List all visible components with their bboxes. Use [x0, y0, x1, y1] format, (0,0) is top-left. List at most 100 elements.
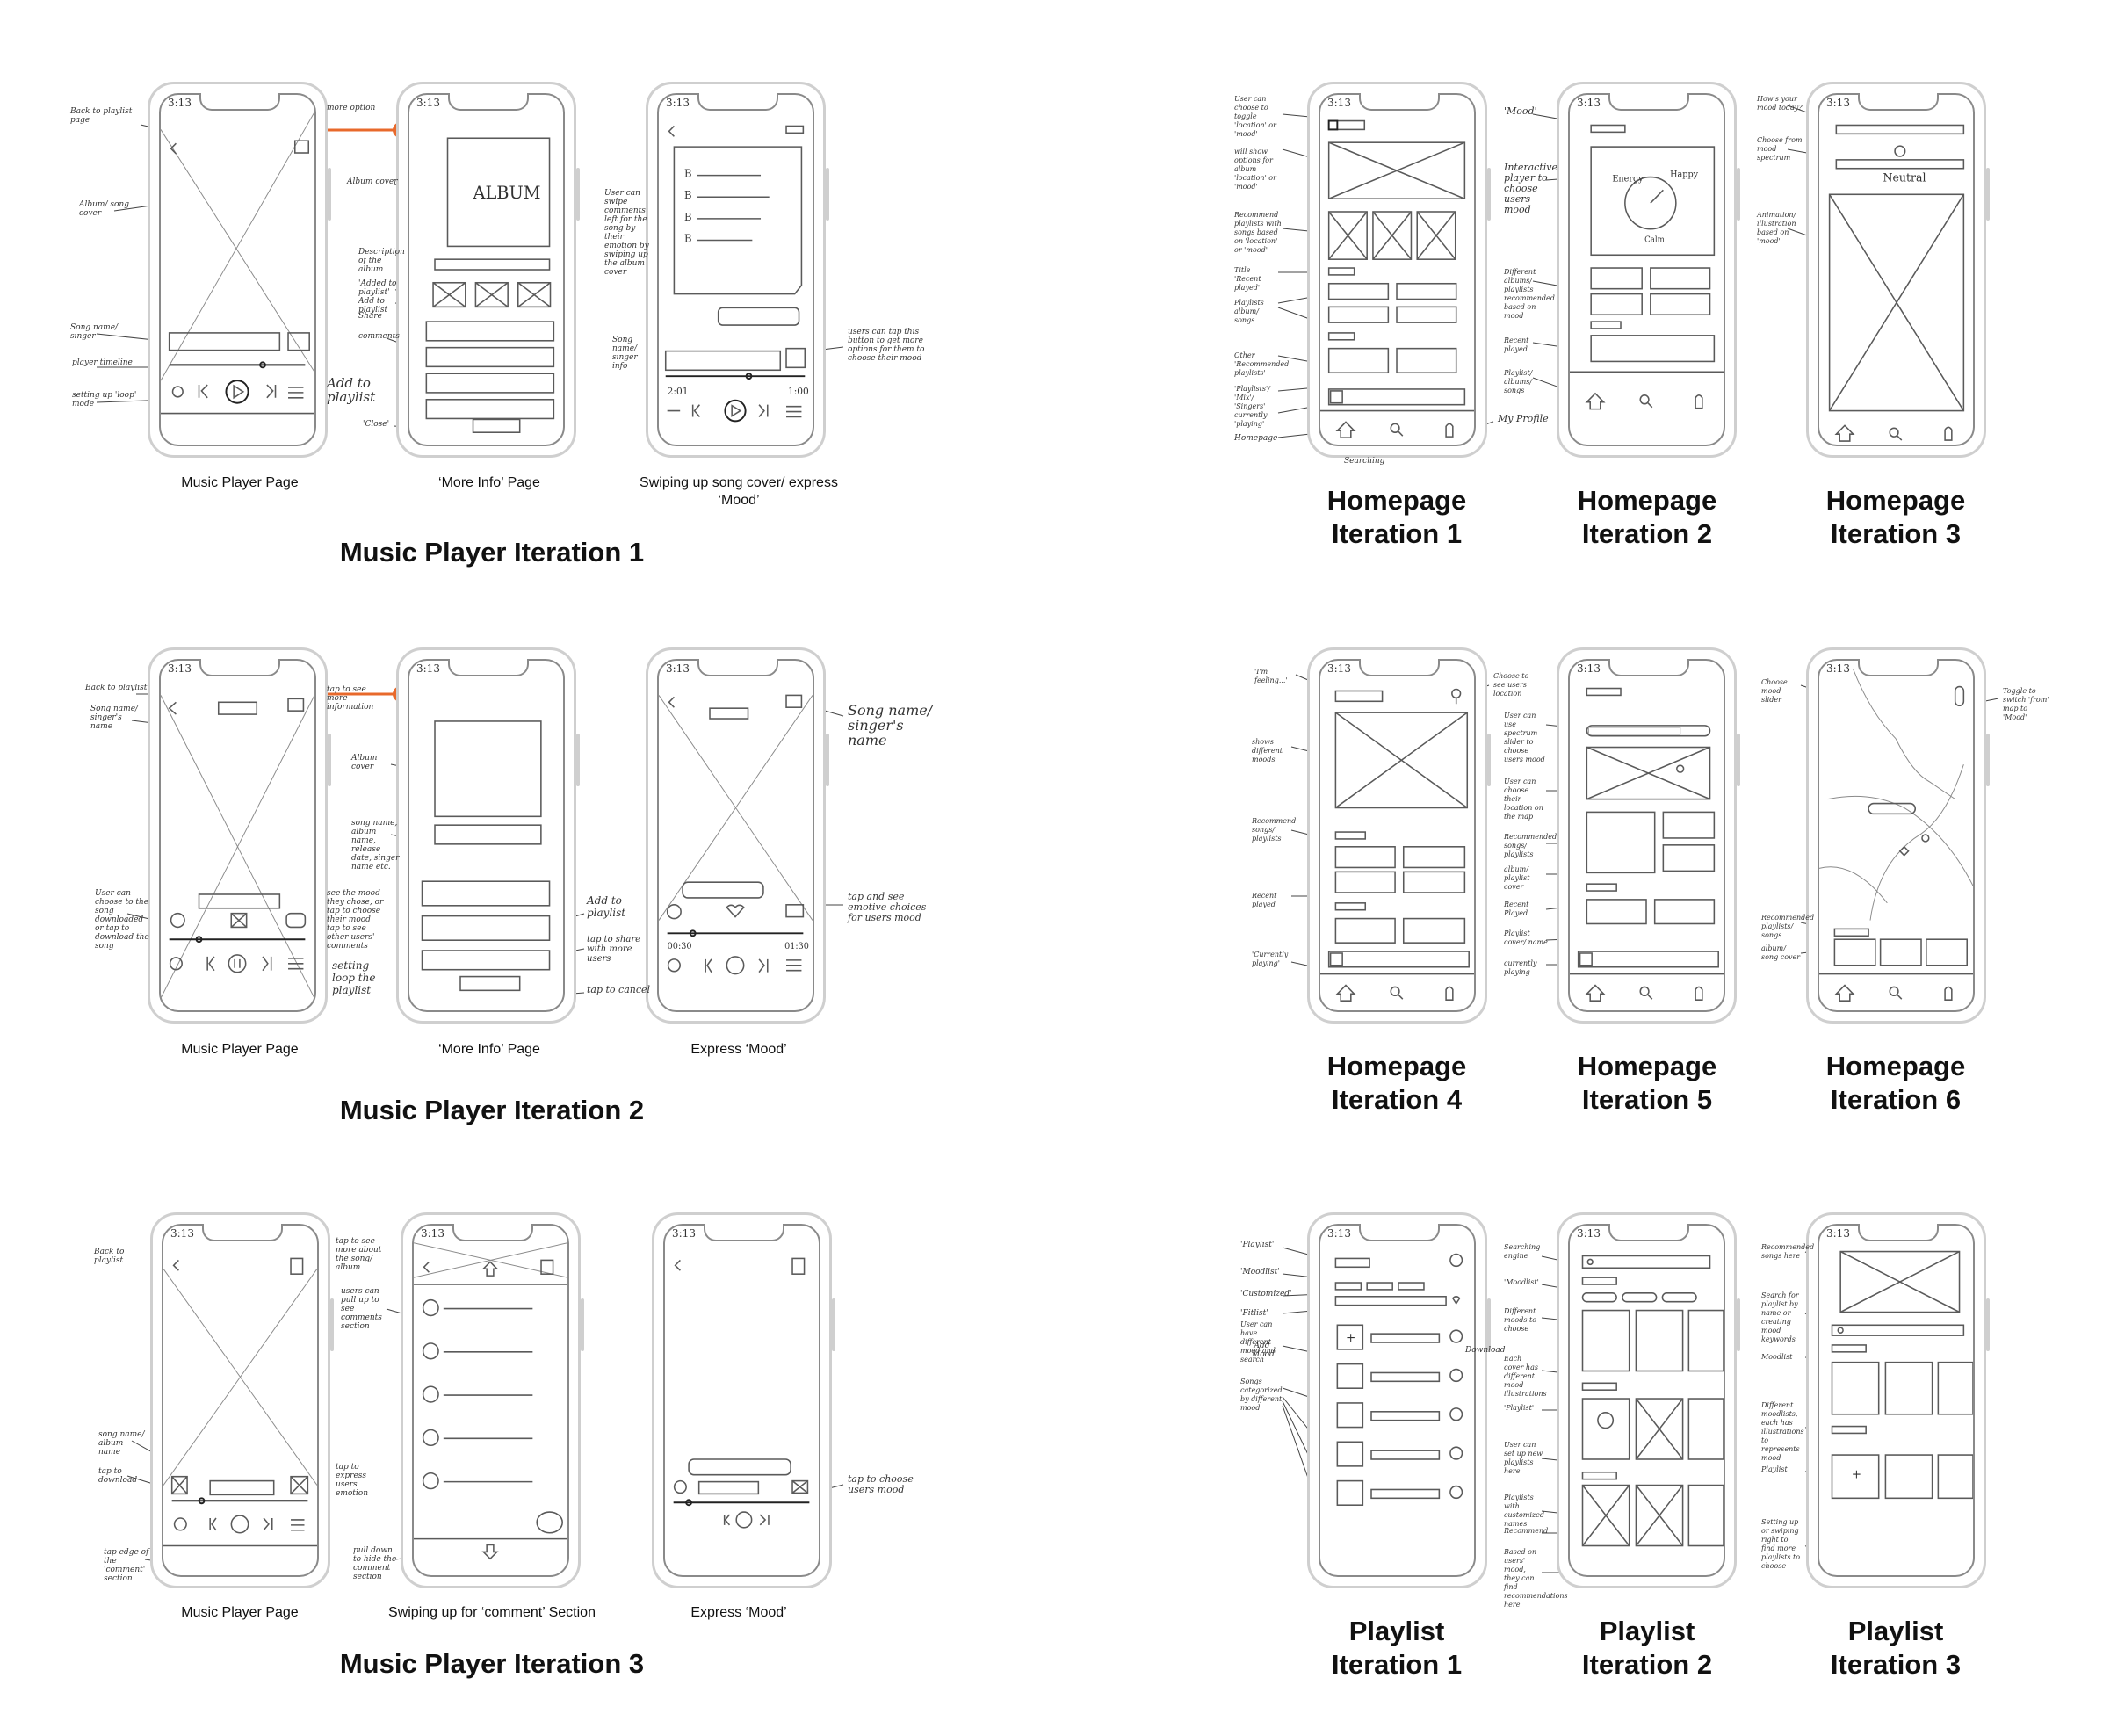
- note-different-albums: Different albums/ playlists recommended …: [1504, 268, 1555, 320]
- status-time: 3:13: [1577, 662, 1601, 675]
- caption-mp2-mood: Express ‘Mood’: [690, 1042, 787, 1057]
- title-hp6: Homepage Iteration 6: [1825, 1051, 1966, 1115]
- note-my-profile: My Profile: [1498, 413, 1549, 424]
- note-album-cover: Album cover: [351, 754, 378, 771]
- title-hp2: Homepage Iteration 2: [1577, 485, 1717, 549]
- status-time: 3:13: [672, 1227, 696, 1240]
- note-animation: Animation/ illustration based on 'mood': [1757, 211, 1796, 245]
- note-song-details: song name, album name, release date, sin…: [351, 819, 400, 872]
- note-more-option: more option: [327, 104, 376, 112]
- note-emotive-choices: tap and see emotive choices for users mo…: [848, 891, 927, 923]
- svg-text:2:01: 2:01: [668, 386, 689, 397]
- status-time: 3:13: [666, 97, 690, 109]
- pl2-phone: 3:13: [1557, 1212, 1740, 1588]
- note-hide-comments: pull down to hide the comment section: [353, 1546, 397, 1581]
- note-playlist-2: 'Playlist': [1504, 1404, 1535, 1412]
- note-song-name: Song name/ singer: [70, 323, 119, 341]
- svg-text:Calm: Calm: [1644, 235, 1666, 244]
- note-express-emotion: tap to express users emotion: [336, 1463, 368, 1498]
- status-time: 3:13: [170, 1227, 194, 1240]
- hp6-phone: 3:13: [1806, 647, 1990, 1024]
- note-recommend-playlists: Recommend playlists with songs based on …: [1234, 211, 1282, 254]
- note-moodlist-2: Moodlist: [1761, 1353, 1793, 1361]
- mp3-music-player-phone: 3:13: [150, 1212, 334, 1588]
- status-time: 3:13: [168, 97, 192, 109]
- mp2-mood-phone: 00:30 01:30 3:13: [646, 647, 829, 1024]
- title-mp2: Music Player Iteration 2: [339, 1095, 645, 1125]
- svg-text:B: B: [684, 189, 692, 201]
- status-time: 3:13: [1826, 97, 1850, 109]
- mp3-comment-phone: 3:13: [401, 1212, 584, 1588]
- note-recommended-songs: Recommended songs here: [1761, 1243, 1815, 1260]
- note-other-comments: tap to see other users' comments: [327, 924, 375, 951]
- note-back-to-playlist: Back to playlist: [85, 684, 148, 692]
- caption-mp3-player: Music Player Page: [181, 1605, 299, 1620]
- note-album-song-cover: album/ song cover: [1761, 944, 1801, 961]
- caption-mp3-mood: Express ‘Mood’: [690, 1605, 787, 1620]
- note-recent-played: Recent played: [1252, 892, 1277, 908]
- title-mp1: Music Player Iteration 1: [339, 537, 645, 568]
- status-time: 3:13: [416, 97, 440, 109]
- note-searching-engine: Searching engine: [1504, 1243, 1541, 1260]
- note-mood-spectrum: Choose from mood spectrum: [1757, 136, 1803, 162]
- note-playlists-mix-singers: 'Playlists'/ 'Mix'/ 'Singers': [1234, 385, 1270, 410]
- note-currently-playing: currently 'playing': [1234, 411, 1268, 428]
- note-back-to-playlist: Back to playlist page: [70, 107, 133, 125]
- note-other-recommended: Other 'Recommended playlists': [1234, 351, 1290, 377]
- note-recent-played: Title 'Recent played': [1234, 266, 1261, 292]
- note-moodlist: 'Moodlist': [1504, 1278, 1539, 1286]
- note-add-mood: 'Add Mood': [1252, 1342, 1277, 1359]
- svg-text:+: +: [1346, 1331, 1355, 1345]
- note-album-cover-2: Album cover: [347, 177, 398, 186]
- note-fitlist: 'Fitlist': [1240, 1309, 1268, 1318]
- note-playlists: Playlists album/ songs: [1234, 299, 1264, 324]
- note-different-moodlists: Different moodlists, each has illustrati…: [1761, 1401, 1804, 1462]
- svg-text:00:30: 00:30: [668, 942, 692, 951]
- note-tap-download: tap to download: [98, 1467, 138, 1485]
- note-different-moods: Different moods to choose: [1504, 1307, 1537, 1333]
- title-pl2: Playlist Iteration 2: [1581, 1616, 1713, 1680]
- status-time: 3:13: [1826, 1227, 1850, 1240]
- note-download: Download: [1465, 1346, 1506, 1355]
- note-download: User can choose to the song downloaded o…: [95, 889, 149, 951]
- note-different-moods: shows different moods: [1252, 738, 1283, 763]
- note-mood-slider: Choose mood slider: [1761, 678, 1788, 704]
- note-interactive-player: Interactive player to choose users mood: [1504, 162, 1557, 215]
- caption-mp2-more-info: ‘More Info’ Page: [438, 1042, 540, 1057]
- svg-text:1:00: 1:00: [788, 386, 809, 397]
- note-loop-playlist: setting loop the playlist: [332, 959, 376, 996]
- status-time: 3:13: [416, 662, 440, 675]
- note-recent-played-2: Recent Played: [1504, 901, 1529, 917]
- note-player-timeline: player timeline: [72, 358, 133, 367]
- note-share: tap to share with more users: [587, 935, 641, 964]
- note-searching: Searching: [1344, 457, 1385, 466]
- note-album-options: will show options for album 'location' o…: [1234, 148, 1276, 191]
- note-recommend: Recommend: [1504, 1527, 1549, 1535]
- note-customized-names: Playlists with customized names: [1504, 1494, 1544, 1528]
- svg-text:Energy: Energy: [1612, 174, 1644, 184]
- status-time: 3:13: [168, 662, 192, 675]
- note-recommend-songs: Recommend songs/ playlists: [1252, 817, 1297, 843]
- note-more-about-song: tap to see more about the song/ album: [336, 1237, 382, 1272]
- svg-text:B: B: [684, 232, 692, 244]
- mp1-more-info-phone: ALBUM 3:13: [396, 82, 580, 458]
- pl1-phone: + 3:13: [1307, 1212, 1491, 1588]
- mp1-mood-phone: B B B B 2:01 1:00 3:13: [646, 82, 829, 458]
- note-share: Share: [358, 312, 382, 321]
- note-playlist-name: Playlist cover/ name: [1504, 929, 1548, 946]
- note-mood-chosen: see the mood they chose, or tap to choos…: [327, 889, 384, 924]
- svg-text:B: B: [684, 211, 692, 223]
- status-time: 3:13: [421, 1227, 444, 1240]
- note-based-on-mood: Based on users' mood, they can find reco…: [1504, 1548, 1568, 1609]
- title-mp3: Music Player Iteration 3: [339, 1648, 645, 1679]
- svg-text:B: B: [684, 167, 692, 179]
- note-comment-edge: tap edge of the 'comment' section: [104, 1548, 149, 1583]
- note-recommended-songs: Recommended songs/ playlists: [1504, 833, 1557, 858]
- title-pl3: Playlist Iteration 3: [1830, 1616, 1962, 1680]
- note-toggle-location-mood: User can choose to toggle 'location' or …: [1234, 95, 1276, 138]
- note-users-location: Choose to see users location: [1493, 672, 1529, 698]
- note-add-to-playlist: Add to playlist: [327, 375, 376, 405]
- note-toggle-map-mood: Toggle to switch 'from' map to 'Mood': [2003, 687, 2049, 721]
- note-currently-playing-2: currently playing: [1504, 959, 1537, 976]
- note-playlist-cover: album/ playlist cover: [1504, 865, 1530, 891]
